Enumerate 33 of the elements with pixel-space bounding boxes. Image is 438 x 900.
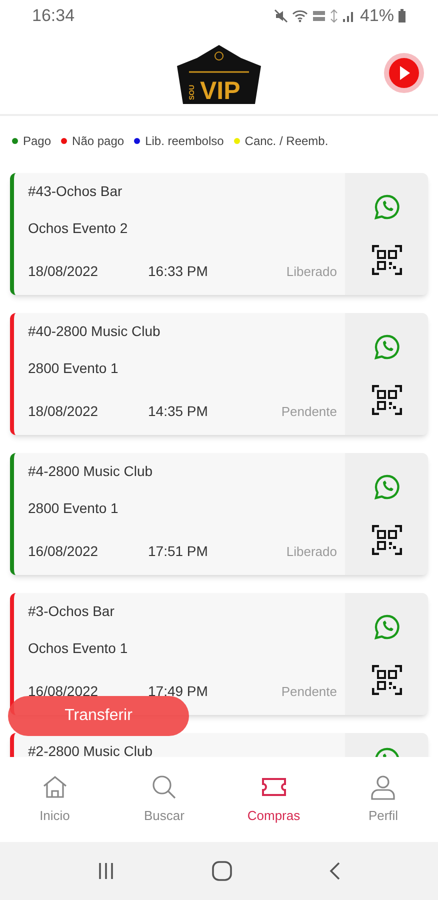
legend-label: Lib. reembolso xyxy=(145,133,224,150)
purchase-card[interactable]: #4-2800 Music Club 2800 Evento 1 16/08/2022 17:51 PM Liberado xyxy=(10,453,428,575)
payment-status: Pendente xyxy=(281,402,337,421)
nav-tab[interactable]: Inicio xyxy=(0,774,110,826)
purchase-time: 14:35 PM xyxy=(148,402,208,421)
payment-status: Liberado xyxy=(286,542,337,561)
nav-tab[interactable]: Buscar xyxy=(110,774,219,826)
legend-label: Não pago xyxy=(72,133,124,150)
purchase-time: 16:33 PM xyxy=(148,262,208,281)
payment-status: Liberado xyxy=(286,262,337,281)
venue-title: #2-2800 Music Club xyxy=(28,742,154,757)
status-time: 16:34 xyxy=(32,5,75,28)
purchase-card[interactable]: #2-2800 Music Club xyxy=(10,733,428,757)
venue-title: #4-2800 Music Club xyxy=(28,462,154,481)
venue-title: #43-Ochos Bar xyxy=(28,182,124,201)
event-name: 2800 Evento 1 xyxy=(28,499,120,518)
purchase-card[interactable]: #40-2800 Music Club 2800 Evento 1 18/08/2022 14:35 PM Pendente xyxy=(10,313,428,435)
nav-tab[interactable]: Perfil xyxy=(328,774,438,826)
legend-label: Pago xyxy=(23,133,52,150)
payment-status: Pendente xyxy=(281,682,337,701)
venue-title: #3-Ochos Bar xyxy=(28,602,116,621)
purchase-card[interactable]: #43-Ochos Bar Ochos Evento 2 18/08/2022 16:33 PM Liberado xyxy=(10,173,428,295)
nav-tab[interactable]: Compras xyxy=(219,774,328,826)
event-name: 2800 Evento 1 xyxy=(28,359,120,378)
event-name: Ochos Evento 2 xyxy=(28,219,129,238)
legend-label: Canc. / Reemb. xyxy=(244,133,328,150)
purchase-date: 18/08/2022 xyxy=(28,262,100,281)
battery-percent: 41% xyxy=(360,5,394,28)
venue-title: #40-2800 Music Club xyxy=(28,322,162,341)
purchase-date: 18/08/2022 xyxy=(28,402,100,421)
purchase-time: 17:51 PM xyxy=(148,542,208,561)
event-name: Ochos Evento 1 xyxy=(28,639,129,658)
purchase-date: 16/08/2022 xyxy=(28,542,100,561)
